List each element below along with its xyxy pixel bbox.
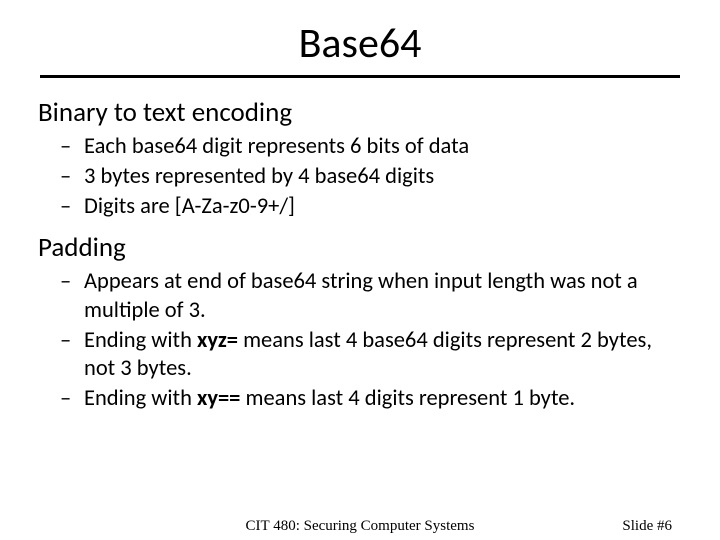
bullet-text: Ending with xy== means last 4 digits rep… xyxy=(84,385,575,412)
bullet-item: –Ending with xy== means last 4 digits re… xyxy=(38,385,682,413)
bullet-item: –Each base64 digit represents 6 bits of … xyxy=(38,133,682,161)
bullet-item: –Ending with xyz= means last 4 base64 di… xyxy=(38,327,682,383)
bullet-text: Each base64 digit represents 6 bits of d… xyxy=(84,133,469,160)
slide-content: Binary to text encoding–Each base64 digi… xyxy=(38,96,682,413)
slide-title: Base64 xyxy=(299,18,422,71)
bullet-text: Appears at end of base64 string when inp… xyxy=(84,268,638,323)
dash-icon: – xyxy=(60,163,71,191)
dash-icon: – xyxy=(60,193,71,221)
dash-icon: – xyxy=(60,268,71,296)
section-heading: Padding xyxy=(38,231,682,264)
footer-right: Slide #6 xyxy=(622,518,672,535)
bullet-text: Ending with xyz= means last 4 base64 dig… xyxy=(84,327,652,382)
bullet-item: –Appears at end of base64 string when in… xyxy=(38,268,682,324)
footer-center: CIT 480: Securing Computer Systems xyxy=(0,518,720,535)
bullet-list: –Appears at end of base64 string when in… xyxy=(38,268,682,413)
dash-icon: – xyxy=(60,385,71,413)
title-rule xyxy=(40,75,680,78)
slide: Base64 Binary to text encoding–Each base… xyxy=(0,0,720,540)
bullet-text: Digits are [A-Za-z0-9+/] xyxy=(84,193,295,220)
dash-icon: – xyxy=(60,133,71,161)
bullet-item: –3 bytes represented by 4 base64 digits xyxy=(38,163,682,191)
title-wrap: Base64 xyxy=(38,18,682,71)
bullet-list: –Each base64 digit represents 6 bits of … xyxy=(38,133,682,221)
dash-icon: – xyxy=(60,327,71,355)
bullet-text: 3 bytes represented by 4 base64 digits xyxy=(84,163,434,190)
bullet-item: –Digits are [A-Za-z0-9+/] xyxy=(38,193,682,221)
section-heading: Binary to text encoding xyxy=(38,96,682,129)
